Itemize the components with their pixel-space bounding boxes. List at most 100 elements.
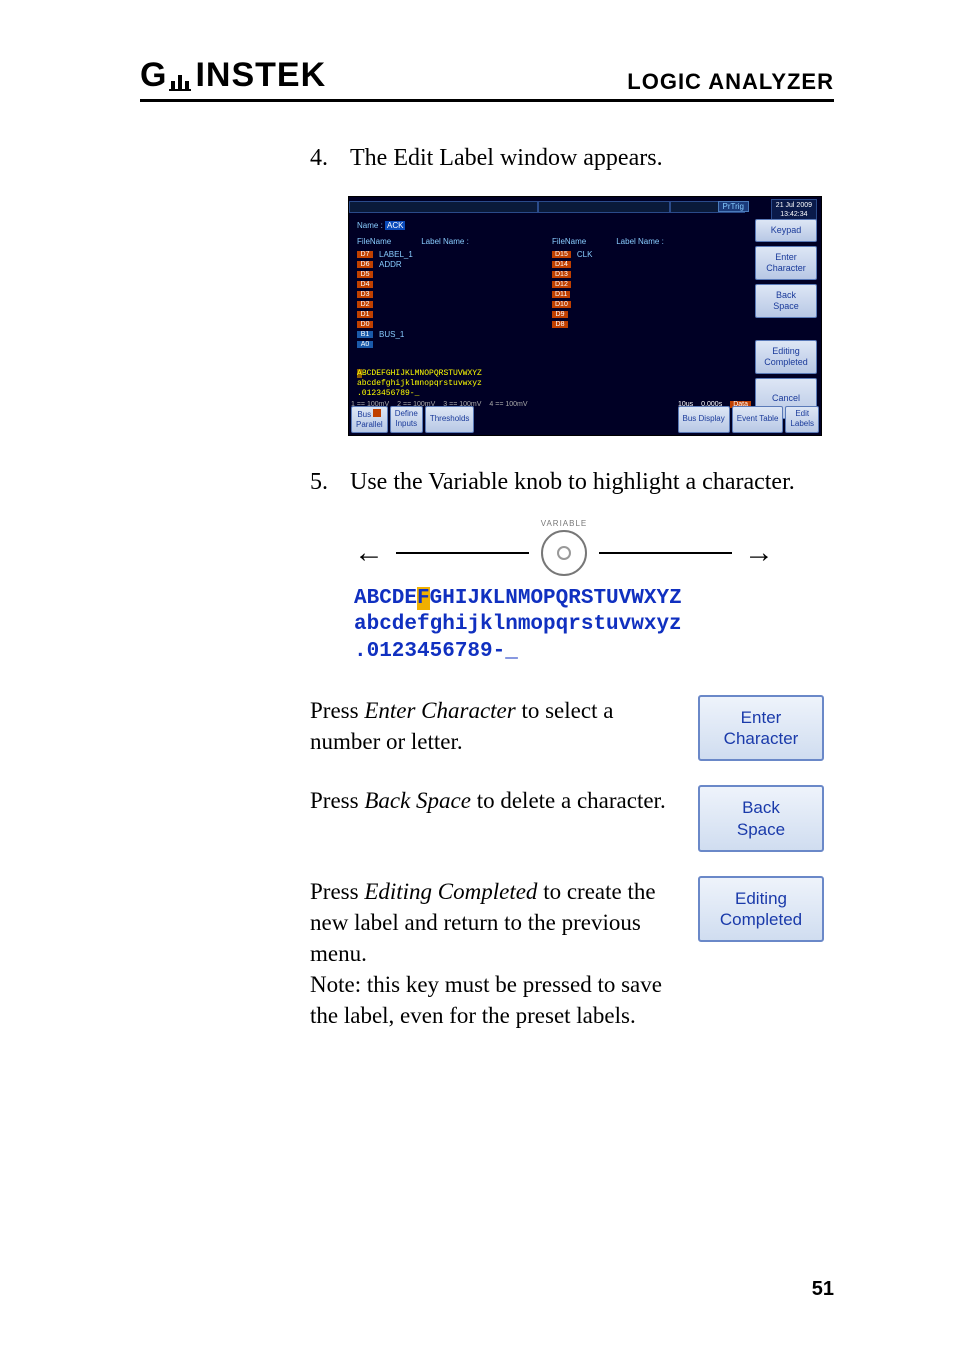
scr-chip: D2 xyxy=(357,301,373,308)
scr-right-row: D12 xyxy=(552,280,747,290)
scr-columns: FileName Label Name : D7LABEL_1D6ADDRD5 D… xyxy=(357,237,747,350)
step-5: 5. Use the Variable knob to highlight a … xyxy=(310,466,824,500)
scr-right-row: D11 xyxy=(552,290,747,300)
aec-note: Note: this key must be pressed to save t… xyxy=(310,969,674,1031)
scr-right-row: D14 xyxy=(552,260,747,270)
action-editing-completed: Press Editing Completed to create the ne… xyxy=(310,876,824,1031)
scr-right-row: D9 xyxy=(552,310,747,320)
scr-chip: D4 xyxy=(357,281,373,288)
arrow-right-icon: → xyxy=(744,536,774,570)
knob-label: VARIABLE xyxy=(354,519,774,528)
editing-completed-button[interactable]: Editing Completed xyxy=(698,876,824,943)
scr-chip: D12 xyxy=(552,281,571,288)
action-enter-character: Press Enter Character to select a number… xyxy=(310,695,824,762)
scr-charset: ABCDEFGHIJKLMNOPQRSTUVWXYZ abcdefghijklm… xyxy=(357,369,482,399)
sb-enter-l2: Character xyxy=(758,263,814,274)
scr-date-line: 21 Jul 2009 xyxy=(776,201,812,210)
scr-left-row: B1BUS_1 xyxy=(357,330,552,340)
btm-define-inputs-button[interactable]: Define Inputs xyxy=(390,406,423,433)
action-back-space: Press Back Space to delete a character. … xyxy=(310,785,824,852)
scr-bottom-bar: Bus Parallel Define Inputs Thresholds Bu… xyxy=(351,406,819,433)
scr-left-row: D2 xyxy=(357,300,552,310)
btm-bus-parallel-button[interactable]: Bus Parallel xyxy=(351,406,388,433)
scr-right-row: D10 xyxy=(552,300,747,310)
aec-btn-l1: Editing xyxy=(704,888,818,909)
step-4-text: The Edit Label window appears. xyxy=(350,142,824,176)
sb-back-l2: Space xyxy=(758,301,814,312)
ab-post: to delete a character. xyxy=(471,788,666,813)
scr-col-r-filename: FileName xyxy=(552,237,586,246)
ab-pre: Press xyxy=(310,788,364,813)
sb-enter-char-button[interactable]: Enter Character xyxy=(755,246,817,280)
edit-label-screenshot: PrTrig 21 Jul 2009 13:42:34 Name : ACK F… xyxy=(348,196,822,436)
scr-chip: D5 xyxy=(357,271,373,278)
ab-btn-l1: Back xyxy=(704,797,818,818)
scr-chip: D7 xyxy=(357,251,373,258)
scr-chip: D11 xyxy=(552,291,570,298)
arrow-line-right xyxy=(599,552,732,554)
sb-editing-completed-button[interactable]: Editing Completed xyxy=(755,340,817,374)
ae-em: Enter Character xyxy=(364,698,515,723)
ab-btn-l2: Space xyxy=(704,819,818,840)
sb-enter-l1: Enter xyxy=(758,252,814,263)
scr-chip: D8 xyxy=(552,321,568,328)
scr-chip: B1 xyxy=(357,331,373,338)
btm-thresholds-button[interactable]: Thresholds xyxy=(425,406,475,433)
scr-chip: D1 xyxy=(357,311,373,318)
scr-left-row: D0 xyxy=(357,320,552,330)
sb-back-space-button[interactable]: Back Space xyxy=(755,284,817,318)
scr-charset-l2: abcdefghijklmnopqrstuvwxyz xyxy=(357,379,482,389)
charset-l1-hl: F xyxy=(417,587,430,610)
btm-event-table-button[interactable]: Event Table xyxy=(732,406,784,433)
enter-character-button[interactable]: Enter Character xyxy=(698,695,824,762)
btm-edit-l1: Edit xyxy=(790,409,814,419)
scr-chip: D0 xyxy=(357,321,373,328)
scr-topbar xyxy=(349,201,821,217)
charset-l3: .0123456789-_ xyxy=(354,639,774,665)
scr-time-line: 13:42:34 xyxy=(776,210,812,219)
btm-edit-l2: Labels xyxy=(790,419,814,429)
step-5-number: 5. xyxy=(310,466,336,500)
scr-col-right: FileName Label Name : D15CLKD14D13D12D11… xyxy=(552,237,747,350)
logo-text: INSTEK xyxy=(195,56,326,95)
scr-chip: A0 xyxy=(357,341,373,348)
variable-knob-icon xyxy=(541,530,587,576)
charset-l1-post: GHIJKLNMOPQRSTUVWXYZ xyxy=(430,587,682,610)
scr-left-row: D1 xyxy=(357,310,552,320)
page-header: G INSTEK LOGIC ANALYZER xyxy=(140,56,834,102)
scr-left-row: D3 xyxy=(357,290,552,300)
arrow-left-icon: ← xyxy=(354,536,384,570)
scr-sidebar: Keypad Enter Character Back Space Editin… xyxy=(755,219,817,419)
btm-def-l2: Inputs xyxy=(395,419,418,429)
scr-left-row: D6ADDR xyxy=(357,260,552,270)
scr-name-row: Name : ACK xyxy=(357,221,405,230)
scr-left-row: A0 xyxy=(357,340,552,350)
scr-col-l-labelname: Label Name : xyxy=(421,237,469,246)
sb-ed-l1: Editing xyxy=(758,346,814,357)
scr-chip: D3 xyxy=(357,291,373,298)
ae-btn-l1: Enter xyxy=(704,707,818,728)
scr-name-value: ACK xyxy=(385,221,405,230)
scr-left-row: D7LABEL_1 xyxy=(357,250,552,260)
scr-chip: D13 xyxy=(552,271,571,278)
scr-col-l-filename: FileName xyxy=(357,237,391,246)
btm-bus-display-button[interactable]: Bus Display xyxy=(678,406,730,433)
btm-bus-l2: Parallel xyxy=(356,420,383,430)
logo-icon xyxy=(169,61,191,91)
scr-col-r-labelname: Label Name : xyxy=(616,237,664,246)
ae-pre: Press xyxy=(310,698,364,723)
scr-chip: D6 xyxy=(357,261,373,268)
sb-keypad-button[interactable]: Keypad xyxy=(755,219,817,242)
scr-row-label: CLK xyxy=(577,250,593,259)
scr-chip: D10 xyxy=(552,301,571,308)
sb-ed-l2: Completed xyxy=(758,357,814,368)
scr-left-row: D5 xyxy=(357,270,552,280)
back-space-button[interactable]: Back Space xyxy=(698,785,824,852)
step-5-text: Use the Variable knob to highlight a cha… xyxy=(350,466,824,500)
btm-edit-labels-button[interactable]: Edit Labels xyxy=(785,406,819,433)
aec-btn-l2: Completed xyxy=(704,909,818,930)
scr-chip: D14 xyxy=(552,261,571,268)
ae-btn-l2: Character xyxy=(704,728,818,749)
btm-bus-l1: Bus xyxy=(357,410,371,419)
logo-g: G xyxy=(140,56,165,95)
